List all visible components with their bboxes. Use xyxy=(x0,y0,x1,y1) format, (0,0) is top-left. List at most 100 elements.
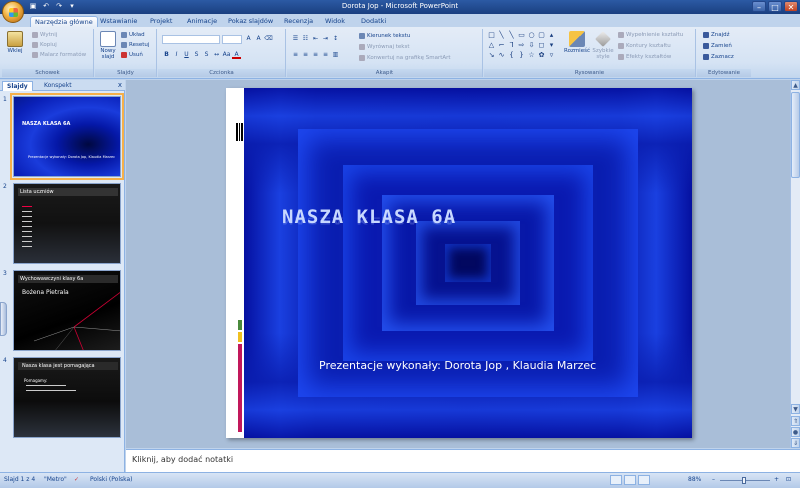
line-spacing-icon[interactable]: ↕ xyxy=(331,35,340,43)
next-slide-icon[interactable]: ⇓ xyxy=(791,438,800,448)
text-direction-button[interactable]: Kierunek tekstu xyxy=(359,32,410,40)
shape-effects-button[interactable]: Efekty kształtów xyxy=(618,53,671,61)
minimize-button[interactable]: – xyxy=(752,1,766,12)
shape-elbow-icon[interactable]: ⌐ xyxy=(497,41,506,50)
shape-arrow-down-icon[interactable]: ⇩ xyxy=(527,41,536,50)
shape-rounded-icon[interactable]: ▢ xyxy=(537,31,546,40)
align-left-icon[interactable]: ≡ xyxy=(291,51,300,59)
spelling-icon[interactable]: ✓ xyxy=(74,476,79,483)
shape-rect2-icon[interactable]: ▭ xyxy=(517,31,526,40)
shape-arrow-right-icon[interactable]: ⇨ xyxy=(517,41,526,50)
shape-expand-icon[interactable]: ▿ xyxy=(547,51,556,60)
cut-button[interactable]: Wytnij xyxy=(32,31,57,39)
shape-oval-icon[interactable]: ○ xyxy=(527,31,536,40)
arrange-button[interactable]: Rozmieść xyxy=(564,31,590,54)
shrink-font-icon[interactable]: A xyxy=(254,35,263,43)
slideshow-view-icon[interactable] xyxy=(638,475,650,485)
maximize-button[interactable]: □ xyxy=(768,1,782,12)
align-center-icon[interactable]: ≡ xyxy=(301,51,310,59)
align-text-button[interactable]: Wyrównaj tekst xyxy=(359,43,409,51)
paste-button[interactable]: Wklej xyxy=(4,31,26,54)
shape-triangle-icon[interactable]: △ xyxy=(487,41,496,50)
slide-thumbnail-4[interactable]: Nasza klasa jest pomagająca Pomagamy: xyxy=(13,357,121,438)
bullets-icon[interactable]: ☰ xyxy=(291,35,300,43)
shape-brace2-icon[interactable]: } xyxy=(517,51,526,60)
case-icon[interactable]: Aa xyxy=(222,51,231,59)
tab-slides[interactable]: Slajdy xyxy=(2,81,33,91)
slide-subtitle[interactable]: Prezentacje wykonały: Dorota Jop , Klaud… xyxy=(319,359,596,372)
spacing-icon[interactable]: ↔ xyxy=(212,51,221,59)
shape-callout-icon[interactable]: ◻ xyxy=(537,41,546,50)
shape-outline-button[interactable]: Kontury kształtu xyxy=(618,42,671,50)
clear-format-icon[interactable]: ⌫ xyxy=(264,35,273,43)
numbering-icon[interactable]: ☷ xyxy=(301,35,310,43)
quick-styles-button[interactable]: Szybkie style xyxy=(590,31,616,60)
vertical-scrollbar[interactable]: ▲ ▼ ⇑ ● ⇓ xyxy=(790,80,800,448)
tab-insert[interactable]: Wstawianie xyxy=(96,16,141,27)
normal-view-icon[interactable] xyxy=(610,475,622,485)
panel-splitter-handle[interactable] xyxy=(0,302,7,336)
font-name-combo[interactable] xyxy=(162,35,220,44)
shape-curve-icon[interactable]: ∿ xyxy=(497,51,506,60)
slide-thumbnail-2[interactable]: Lista uczniów xyxy=(13,183,121,264)
scroll-up-icon[interactable]: ▲ xyxy=(791,80,800,90)
shapes-gallery[interactable]: □ ╲ ╲ ▭ ○ ▢ ▴ △ ⌐ ᒣ ⇨ ⇩ ◻ ▾ ↘ ∿{} ☆ ✿ ▿ xyxy=(487,31,557,60)
italic-icon[interactable]: I xyxy=(172,51,181,59)
slide-thumbnail-3[interactable]: Wychowawczyni klasy 6a Bożena Pietrala xyxy=(13,270,121,351)
font-size-combo[interactable] xyxy=(222,35,242,44)
slide-canvas[interactable]: NASZA KLASA 6A NASZA KLASA 6A Prezentacj… xyxy=(226,88,692,438)
prev-slide-icon[interactable]: ⇑ xyxy=(791,416,800,426)
tab-animations[interactable]: Animacje xyxy=(183,16,221,27)
bold-icon[interactable]: B xyxy=(162,51,171,59)
zoom-in-icon[interactable]: + xyxy=(774,476,779,483)
tab-slideshow[interactable]: Pokaz slajdów xyxy=(224,16,277,27)
fit-window-icon[interactable]: ⊡ xyxy=(786,476,791,483)
font-color-icon[interactable]: A xyxy=(232,51,241,59)
select-button[interactable]: Zaznacz xyxy=(703,53,734,61)
decrease-indent-icon[interactable]: ⇤ xyxy=(311,35,320,43)
slide-thumbnail-1[interactable]: NASZA KLASA 6A Prezentacje wykonały: Dor… xyxy=(10,93,124,180)
office-button[interactable] xyxy=(2,1,24,23)
shape-rectangle-icon[interactable]: □ xyxy=(487,31,496,40)
strikethrough-icon[interactable]: S xyxy=(192,51,201,59)
delete-slide-button[interactable]: Usuń xyxy=(121,51,143,59)
shape-flower-icon[interactable]: ✿ xyxy=(537,51,546,60)
shape-line-icon[interactable]: ╲ xyxy=(497,31,506,40)
find-button[interactable]: Znajdź xyxy=(703,31,730,39)
increase-indent-icon[interactable]: ⇥ xyxy=(321,35,330,43)
close-icon[interactable]: x xyxy=(118,81,122,89)
replace-button[interactable]: Zamień xyxy=(703,42,732,50)
shape-arrow-line-icon[interactable]: ↘ xyxy=(487,51,496,60)
shape-elbow2-icon[interactable]: ᒣ xyxy=(507,41,516,50)
shape-fill-button[interactable]: Wypełnienie kształtu xyxy=(618,31,683,39)
copy-button[interactable]: Kopiuj xyxy=(32,41,57,49)
close-button[interactable]: ✕ xyxy=(784,1,798,12)
tab-review[interactable]: Recenzja xyxy=(280,16,317,27)
language-indicator[interactable]: Polski (Polska) xyxy=(90,476,133,483)
justify-icon[interactable]: ≡ xyxy=(321,51,330,59)
reset-button[interactable]: Resetuj xyxy=(121,41,149,49)
shadow-icon[interactable]: S xyxy=(202,51,211,59)
format-painter-button[interactable]: Malarz formatów xyxy=(32,51,86,59)
shape-brace-icon[interactable]: { xyxy=(507,51,516,60)
tab-design[interactable]: Projekt xyxy=(146,16,176,27)
scroll-down-icon[interactable]: ▼ xyxy=(791,404,800,414)
notes-pane[interactable]: Kliknij, aby dodać notatki xyxy=(126,449,800,472)
tab-outline[interactable]: Konspekt xyxy=(40,81,76,91)
scroll-thumb[interactable] xyxy=(791,92,800,178)
shape-more-icon[interactable]: ▴ xyxy=(547,31,556,40)
grow-font-icon[interactable]: A xyxy=(244,35,253,43)
slide-sorter-icon[interactable] xyxy=(624,475,636,485)
shape-star-icon[interactable]: ☆ xyxy=(527,51,536,60)
new-slide-button[interactable]: Nowy slajd xyxy=(97,31,119,60)
tab-addins[interactable]: Dodatki xyxy=(357,16,390,27)
select-browse-icon[interactable]: ● xyxy=(791,427,800,437)
underline-icon[interactable]: U xyxy=(182,51,191,59)
zoom-level[interactable]: 88% xyxy=(688,476,701,483)
shape-scroll-down-icon[interactable]: ▾ xyxy=(547,41,556,50)
tab-home[interactable]: Narzędzia główne xyxy=(30,16,98,27)
zoom-out-icon[interactable]: – xyxy=(712,476,715,483)
align-right-icon[interactable]: ≡ xyxy=(311,51,320,59)
tab-view[interactable]: Widok xyxy=(321,16,349,27)
columns-icon[interactable]: ▥ xyxy=(331,51,340,59)
